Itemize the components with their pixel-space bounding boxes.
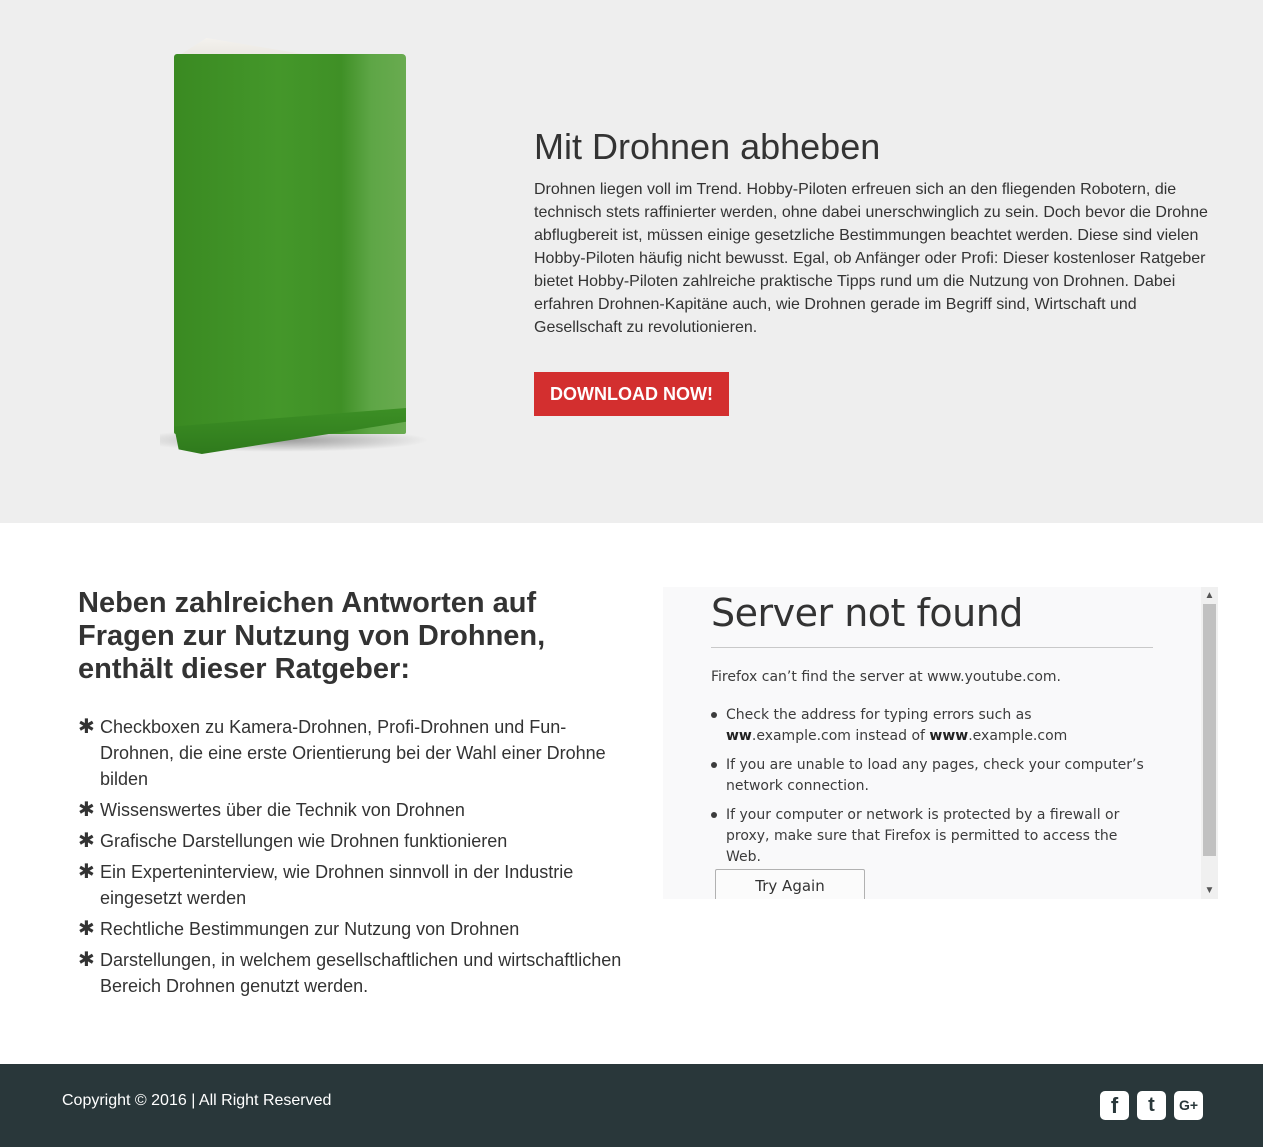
error-message: Firefox can’t find the server at www.you… <box>711 669 1061 685</box>
list-item: ✱ Grafische Darstellungen wie Drohnen fun… <box>78 828 638 854</box>
features-title: Neben zahlreichen Antworten auf Fragen z… <box>78 587 546 685</box>
list-item-text: Darstellungen, in welchem gesellschaftli… <box>100 950 622 996</box>
ebook-cover-image <box>160 36 430 456</box>
asterisk-icon: ✱ <box>78 716 95 738</box>
footer: Copyright © 2016 | All Right Reserved f … <box>0 1064 1263 1147</box>
hero-description: Drohnen liegen voll im Trend. Hobby-Pilo… <box>534 181 1208 336</box>
scroll-up-arrow-icon[interactable]: ▲ <box>1201 587 1218 604</box>
try-again-button[interactable]: Try Again <box>715 869 865 899</box>
list-item: ✱ Ein Experteninterview, wie Drohnen sinn… <box>78 859 638 911</box>
hero-section: Mit Drohnen abheben Drohnen liegen voll … <box>0 0 1263 523</box>
list-item-text: Grafische Darstellungen wie Drohnen funk… <box>100 831 508 851</box>
copyright-text: Copyright © 2016 | All Right Reserved <box>62 1092 332 1109</box>
vertical-scrollbar[interactable]: ▲ ▼ <box>1201 587 1218 899</box>
asterisk-icon: ✱ <box>78 861 95 883</box>
list-item-text: Checkboxen zu Kamera-Drohnen, Profi-Droh… <box>100 717 606 789</box>
divider <box>711 647 1153 648</box>
scroll-down-arrow-icon[interactable]: ▼ <box>1201 882 1218 899</box>
social-links: f t G+ <box>1100 1091 1203 1120</box>
list-item: Check the address for typing errors such… <box>711 705 1151 747</box>
list-item: ✱ Darstellungen, in welchem gesellschaftl… <box>78 947 638 999</box>
asterisk-icon: ✱ <box>78 799 95 821</box>
book-cover <box>174 54 406 434</box>
google-plus-icon[interactable]: G+ <box>1174 1091 1203 1120</box>
error-tips-list: Check the address for typing errors such… <box>711 705 1151 876</box>
asterisk-icon: ✱ <box>78 949 95 971</box>
list-item: ✱ Checkboxen zu Kamera-Drohnen, Profi-Dro… <box>78 714 638 792</box>
list-item-text: Rechtliche Bestimmungen zur Nutzung von … <box>100 919 520 939</box>
features-list: ✱ Checkboxen zu Kamera-Drohnen, Profi-Dro… <box>78 714 638 1004</box>
asterisk-icon: ✱ <box>78 918 95 940</box>
list-item-text: Wissenswertes über die Technik von Drohn… <box>100 800 465 820</box>
list-item: ✱ Rechtliche Bestimmungen zur Nutzung von… <box>78 916 638 942</box>
list-item: ✱ Wissenswertes über die Technik von Droh… <box>78 797 638 823</box>
bullet-icon <box>711 762 717 768</box>
asterisk-icon: ✱ <box>78 830 95 852</box>
download-button[interactable]: DOWNLOAD NOW! <box>534 372 729 416</box>
error-title: Server not found <box>711 591 1023 635</box>
scrollbar-thumb[interactable] <box>1203 604 1216 856</box>
twitter-icon[interactable]: t <box>1137 1091 1166 1120</box>
video-embed-error-frame: Server not found Firefox can’t find the … <box>663 587 1218 899</box>
list-item-text: Ein Experteninterview, wie Drohnen sinnv… <box>100 862 574 908</box>
bullet-icon <box>711 712 717 718</box>
list-item: If your computer or network is protected… <box>711 805 1151 868</box>
facebook-icon[interactable]: f <box>1100 1091 1129 1120</box>
hero-title: Mit Drohnen abheben <box>534 126 881 167</box>
list-item: If you are unable to load any pages, che… <box>711 755 1151 797</box>
bullet-icon <box>711 812 717 818</box>
